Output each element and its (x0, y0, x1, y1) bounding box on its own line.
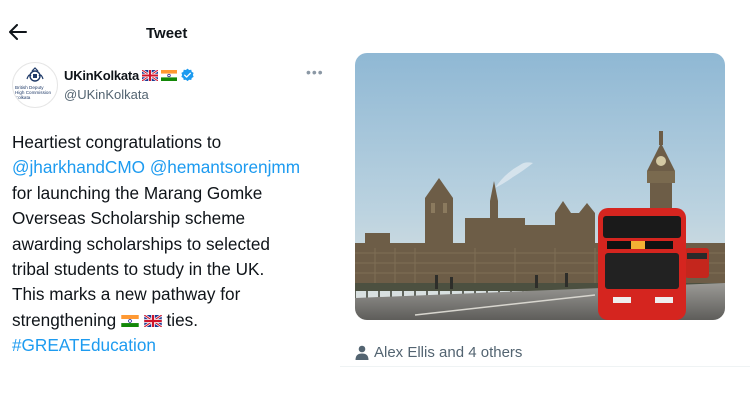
tweet-line-mentions: @jharkhandCMO @hemantsorenjmm (12, 155, 332, 180)
person-icon (355, 345, 369, 360)
tweet-media-image[interactable] (355, 53, 725, 320)
divider (340, 366, 750, 367)
avatar-text: British Deputy High Commission Kolkata (15, 85, 51, 100)
royal-crest-icon (26, 67, 44, 82)
india-flag-icon (161, 70, 178, 81)
tweet-line: tribal students to study in the UK. (12, 259, 265, 280)
tweet-text-segment: strengthening (12, 309, 117, 330)
tweet-line: This marks a new pathway for (12, 284, 241, 305)
back-arrow-icon[interactable] (6, 20, 30, 44)
page-title: Tweet (146, 25, 188, 42)
author-name-row[interactable]: UKinKolkata (64, 68, 195, 83)
tweet-line: Overseas Scholarship scheme (12, 208, 246, 229)
tweet-line: Heartiest congratulations to (12, 132, 222, 152)
avatar[interactable]: British Deputy High Commission Kolkata (12, 62, 58, 108)
tweet-line: for launching the Marang Gomke (12, 182, 263, 203)
author-display-name: UKinKolkata (64, 68, 140, 83)
mention-link[interactable]: @hemantsorenjmm (150, 157, 300, 177)
liked-by-row[interactable]: Alex Ellis and 4 others (355, 344, 522, 361)
uk-flag-icon (143, 315, 162, 328)
tweet-text: Heartiest congratulations to @jharkhandC… (12, 130, 332, 359)
mention-link[interactable]: @jharkhandCMO (12, 157, 145, 177)
tweet-line-hashtag: #GREATEducation (12, 333, 332, 358)
liked-by-text: Alex Ellis and 4 others (374, 344, 523, 361)
india-flag-icon (121, 315, 139, 328)
tweet-line-flags: strengthening ties. (12, 308, 332, 333)
verified-badge-icon (181, 68, 194, 82)
author-handle[interactable]: @UKinKolkata (64, 87, 149, 102)
hashtag-link[interactable]: #GREATEducation (12, 335, 156, 355)
tweet-line: awarding scholarships to selected (12, 233, 270, 254)
london-westminster-photo (355, 53, 725, 320)
tweet-text-segment: ties. (166, 309, 199, 330)
tweet-author: British Deputy High Commission Kolkata U… (12, 62, 332, 110)
more-options-icon[interactable]: ••• (306, 64, 324, 80)
uk-flag-icon (142, 70, 159, 81)
tweet-header: Tweet (0, 14, 340, 54)
